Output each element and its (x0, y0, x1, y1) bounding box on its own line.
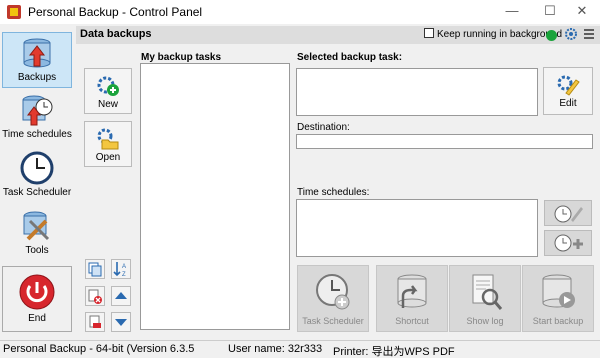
left-navigation: Backups Time schedules Task Scheduler To… (0, 26, 76, 262)
arrow-up-icon (115, 292, 127, 299)
end-label: End (28, 313, 46, 324)
shortcut-icon (397, 274, 427, 308)
nav-item-label: Backups (17, 72, 57, 83)
destination-field (296, 134, 593, 149)
edit-button[interactable]: Edit (543, 67, 593, 115)
delete-icon (88, 289, 102, 304)
action-label: Start backup (532, 316, 584, 326)
gear-icon[interactable] (564, 27, 578, 41)
new-task-icon (97, 76, 119, 96)
status-printer: Printer: 导出为WPS PDF (333, 346, 455, 358)
add-schedule-button[interactable] (544, 230, 592, 256)
keep-running-checkbox[interactable]: Keep running in background (424, 28, 562, 40)
action-label: Shortcut (395, 316, 429, 326)
svg-text:A: A (122, 264, 126, 270)
nav-item-label: Time schedules (2, 129, 72, 140)
new-label: New (97, 99, 118, 110)
open-folder-icon (97, 128, 119, 150)
start-backup-button[interactable]: Start backup (522, 265, 594, 332)
menu-icon[interactable] (582, 27, 596, 41)
sort-button[interactable]: AZ (111, 259, 131, 279)
power-icon (19, 274, 55, 310)
remove-icon (89, 315, 101, 328)
copy-task-button[interactable] (85, 259, 105, 279)
nav-item-label: Tools (25, 245, 49, 256)
sort-icon: AZ (113, 262, 126, 278)
open-task-button[interactable]: Open (84, 121, 132, 167)
destination-label: Destination: (297, 122, 350, 133)
time-schedules-label: Time schedules: (297, 187, 370, 198)
start-backup-icon (542, 274, 575, 308)
status-user: User name: 32r333 (228, 343, 323, 355)
selected-task-label: Selected backup task: (297, 52, 403, 63)
arrow-down-icon (115, 319, 127, 326)
time-schedules-box (296, 199, 538, 257)
move-up-button[interactable] (111, 286, 131, 306)
status-indicator-icon (546, 30, 557, 41)
status-version: Personal Backup - 64-bit (Version 6.3.5 (3, 343, 195, 355)
remove-button[interactable] (85, 312, 105, 332)
edit-label: Edit (559, 98, 577, 109)
clock-icon (20, 151, 54, 185)
nav-item-backups[interactable]: Backups (2, 32, 72, 88)
log-search-icon (472, 274, 503, 310)
action-label: Task Scheduler (302, 316, 364, 326)
task-scheduler-button[interactable]: Task Scheduler (297, 265, 369, 332)
copy-icon (88, 262, 102, 277)
time-schedules-icon (22, 95, 53, 126)
section-title: Data backups (80, 28, 152, 40)
checkbox-box[interactable] (424, 28, 434, 38)
window-title: Personal Backup - Control Panel (28, 5, 203, 19)
app-icon (7, 5, 21, 19)
open-label: Open (95, 152, 121, 163)
nav-item-time-schedules[interactable]: Time schedules (2, 90, 72, 146)
edit-icon (557, 75, 580, 96)
edit-schedule-button[interactable] (544, 200, 592, 226)
new-task-button[interactable]: New (84, 68, 132, 114)
delete-task-button[interactable] (85, 286, 105, 306)
status-bar: Personal Backup - 64-bit (Version 6.3.5 … (0, 340, 600, 358)
tools-icon (23, 211, 50, 241)
show-log-button[interactable]: Show log (449, 265, 521, 332)
svg-text:Z: Z (122, 272, 126, 278)
action-label: Show log (466, 316, 504, 326)
nav-item-tools[interactable]: Tools (2, 206, 72, 262)
nav-item-label: Task Scheduler (2, 187, 72, 198)
schedule-add-icon (554, 234, 583, 252)
close-button[interactable]: ✕ (560, 0, 600, 24)
backups-icon (23, 38, 51, 68)
nav-item-task-scheduler[interactable]: Task Scheduler (2, 148, 72, 204)
backup-tasks-list[interactable] (140, 63, 290, 330)
keep-running-label: Keep running in background (437, 29, 563, 40)
move-down-button[interactable] (111, 312, 131, 332)
end-button[interactable]: End (2, 266, 72, 332)
schedule-edit-icon (554, 205, 583, 223)
backup-tasks-label: My backup tasks (141, 52, 222, 63)
title-bar: Personal Backup - Control Panel — ☐ ✕ (0, 0, 600, 24)
selected-task-box (296, 68, 538, 116)
shortcut-button[interactable]: Shortcut (376, 265, 448, 332)
clock-add-icon (316, 274, 350, 310)
section-header: Data backups Keep running in background (76, 26, 600, 44)
